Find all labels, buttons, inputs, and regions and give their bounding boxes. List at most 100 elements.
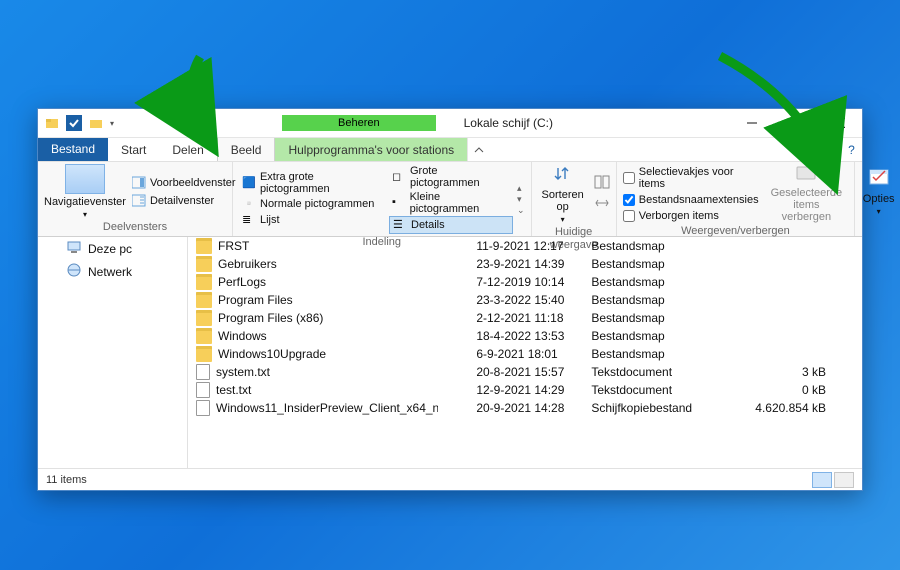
nav-netwerk[interactable]: Netwerk xyxy=(44,260,181,283)
tab-start[interactable]: Start xyxy=(108,138,159,161)
folder-icon xyxy=(196,328,212,344)
file-list[interactable]: FRST11-9-2021 12:17BestandsmapGebruikers… xyxy=(188,237,862,468)
file-size: 4.620.854 kB xyxy=(733,399,862,417)
folder-icon xyxy=(196,310,212,326)
qat-dropdown-icon[interactable]: ▾ xyxy=(110,119,114,128)
folder-icon xyxy=(196,238,212,254)
sorteren-op-button[interactable]: Sorteren op ▾ xyxy=(538,164,588,224)
table-row[interactable]: system.txt20-8-2021 15:57Tekstdocument3 … xyxy=(188,363,862,381)
file-date: 18-4-2022 13:53 xyxy=(468,327,583,345)
tab-beeld[interactable]: Beeld xyxy=(217,138,276,161)
title-bar: ▾ Beheren Lokale schijf (C:) xyxy=(38,109,862,137)
tab-hulpprogrammas[interactable]: Hulpprogramma's voor stations xyxy=(275,138,467,161)
sort-icon xyxy=(553,164,573,187)
layout-grote[interactable]: ◻Grote pictogrammen xyxy=(389,164,513,190)
context-tab-beheren[interactable]: Beheren xyxy=(282,115,436,131)
layout-normale[interactable]: ▫️Normale pictogrammen xyxy=(239,196,389,212)
voorbeeldvenster-button[interactable]: Voorbeeldvenster xyxy=(132,175,236,191)
table-row[interactable]: Program Files23-3-2022 15:40Bestandsmap xyxy=(188,291,862,309)
navigation-pane[interactable]: Deze pc Netwerk xyxy=(38,237,188,468)
options-icon xyxy=(868,168,890,191)
navigatievenster-icon[interactable] xyxy=(65,164,105,194)
file-type: Bestandsmap xyxy=(583,309,733,327)
large-icons-icon: ◻ xyxy=(392,170,406,184)
file-icon xyxy=(196,400,210,416)
file-type: Bestandsmap xyxy=(583,291,733,309)
file-size: 0 kB xyxy=(733,381,862,399)
medium-icons-icon: ▫️ xyxy=(242,197,256,211)
file-size xyxy=(733,327,862,345)
pc-icon xyxy=(66,239,82,258)
table-row[interactable]: Program Files (x86)2-12-2021 11:18Bestan… xyxy=(188,309,862,327)
file-size xyxy=(733,345,862,363)
file-size: 3 kB xyxy=(733,363,862,381)
file-size xyxy=(733,291,862,309)
size-columns-icon[interactable] xyxy=(594,196,610,213)
folder-icon xyxy=(196,292,212,308)
minimize-button[interactable] xyxy=(730,109,774,137)
chevron-down-icon[interactable]: ▾ xyxy=(83,210,87,219)
file-type: Bestandsmap xyxy=(583,255,733,273)
details-icon: ☰ xyxy=(393,218,407,232)
table-row[interactable]: test.txt12-9-2021 14:29Tekstdocument0 kB xyxy=(188,381,862,399)
view-large-button[interactable] xyxy=(834,472,854,488)
table-row[interactable]: Windows18-4-2022 13:53Bestandsmap xyxy=(188,327,862,345)
table-row[interactable]: FRST11-9-2021 12:17Bestandsmap xyxy=(188,237,862,255)
selectievakjes-checkbox[interactable]: Selectievakjes voor items xyxy=(623,165,759,191)
opties-button[interactable]: Opties ▾ xyxy=(859,168,899,216)
qat-properties-icon[interactable] xyxy=(66,115,82,131)
window-title: Lokale schijf (C:) xyxy=(464,116,553,130)
layout-details[interactable]: ☰Details xyxy=(389,216,513,234)
geselecteerde-items-verbergen-button[interactable]: Geselecteerde items verbergen xyxy=(765,164,849,223)
file-size xyxy=(733,309,862,327)
file-date: 11-9-2021 12:17 xyxy=(468,237,583,255)
layout-scroll-down-icon[interactable]: ▾ xyxy=(517,194,525,205)
table-row[interactable]: Windows10Upgrade6-9-2021 18:01Bestandsma… xyxy=(188,345,862,363)
bestandsnaamextensies-checkbox[interactable]: Bestandsnaamextensies xyxy=(623,193,759,207)
tab-bestand[interactable]: Bestand xyxy=(38,138,108,161)
qat-folder-icon[interactable] xyxy=(88,115,104,131)
details-pane-icon xyxy=(132,194,146,208)
file-date: 20-8-2021 15:57 xyxy=(468,363,583,381)
hide-items-icon xyxy=(795,164,817,185)
add-column-icon[interactable] xyxy=(594,175,610,192)
table-row[interactable]: Windows11_InsiderPreview_Client_x64_nl-n… xyxy=(188,399,862,417)
layout-lijst[interactable]: ≣Lijst xyxy=(239,212,389,228)
file-icon xyxy=(196,382,210,398)
file-date: 6-9-2021 18:01 xyxy=(468,345,583,363)
table-row[interactable]: PerfLogs7-12-2019 10:14Bestandsmap xyxy=(188,273,862,291)
file-name: Windows10Upgrade xyxy=(218,347,326,361)
file-date: 23-3-2022 15:40 xyxy=(468,291,583,309)
nav-deze-pc[interactable]: Deze pc xyxy=(44,237,181,260)
maximize-button[interactable] xyxy=(774,109,818,137)
layout-scroll-up-icon[interactable]: ▴ xyxy=(517,183,525,194)
file-name: Windows11_InsiderPreview_Client_x64_nl-n… xyxy=(216,401,438,415)
chevron-down-icon[interactable]: ▾ xyxy=(561,215,565,224)
file-name: Windows xyxy=(218,329,267,343)
table-row[interactable]: Gebruikers23-9-2021 14:39Bestandsmap xyxy=(188,255,862,273)
folder-icon xyxy=(196,256,212,272)
file-type: Schijfkopiebestand xyxy=(583,399,733,417)
layout-expand-icon[interactable]: ⌄ xyxy=(517,205,525,216)
explorer-icon xyxy=(44,115,60,131)
file-size xyxy=(733,255,862,273)
verborgen-items-checkbox[interactable]: Verborgen items xyxy=(623,209,759,223)
help-icon[interactable]: ? xyxy=(840,138,862,161)
file-name: system.txt xyxy=(216,365,270,379)
tab-delen[interactable]: Delen xyxy=(159,138,216,161)
file-type: Bestandsmap xyxy=(583,273,733,291)
status-bar: 11 items xyxy=(38,468,862,490)
layout-extra-grote[interactable]: 🟦Extra grote pictogrammen xyxy=(239,170,389,196)
file-icon xyxy=(196,364,210,380)
file-name: Gebruikers xyxy=(218,257,277,271)
view-details-button[interactable] xyxy=(812,472,832,488)
chevron-down-icon[interactable]: ▾ xyxy=(877,207,881,216)
group-deelvensters-label: Deelvensters xyxy=(38,221,232,236)
layout-kleine[interactable]: ▪Kleine pictogrammen xyxy=(389,190,513,216)
item-count: 11 items xyxy=(46,474,87,486)
collapse-ribbon-icon[interactable] xyxy=(467,138,489,161)
file-name: PerfLogs xyxy=(218,275,266,289)
small-icons-icon: ▪ xyxy=(392,196,406,210)
detailvenster-button[interactable]: Detailvenster xyxy=(132,193,236,209)
close-button[interactable] xyxy=(818,109,862,137)
